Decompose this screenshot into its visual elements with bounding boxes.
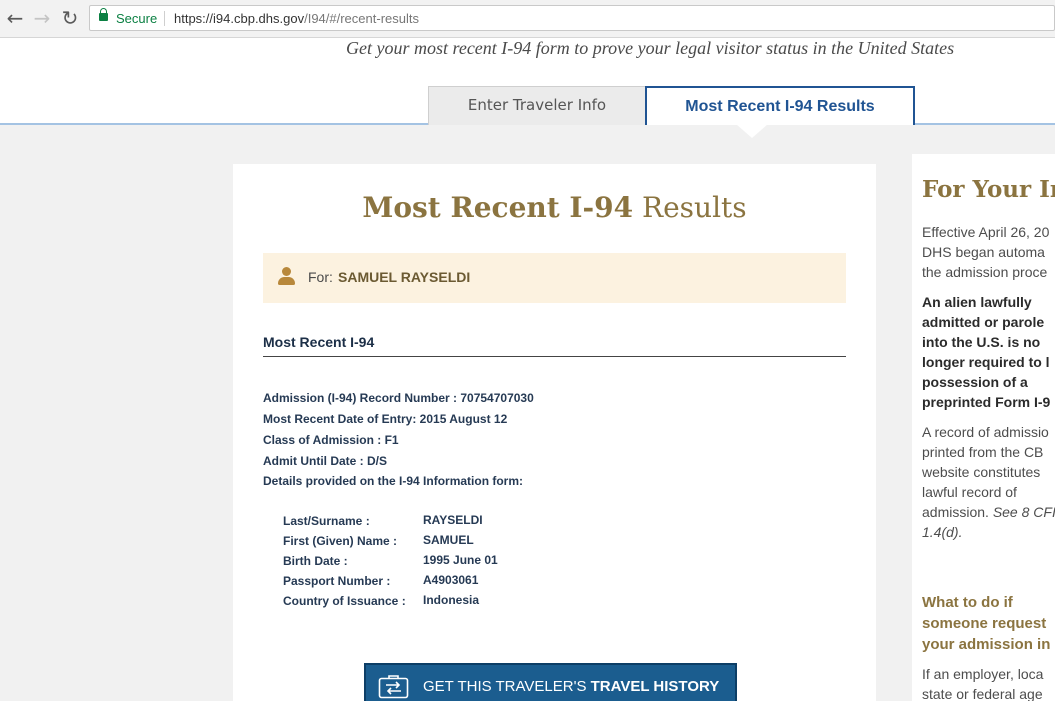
results-title-bold: Most Recent I-94 [362, 191, 634, 224]
info-sidebar-content: For Your Inf Effective April 26, 20 DHS … [922, 154, 1055, 701]
travel-history-prefix: GET THIS TRAVELER'S [423, 678, 591, 695]
birth-date-label: Birth Date : [283, 554, 348, 568]
section-divider [263, 356, 846, 357]
sidebar-text-line: state or federal age [922, 686, 1043, 701]
travel-history-emphasis: TRAVEL HISTORY [590, 678, 720, 695]
country-value: Indonesia [423, 593, 480, 607]
secure-label: Secure [116, 11, 158, 26]
sidebar-text-line: lawful record of [922, 484, 1017, 500]
class-of-admission: Class of Admission : F1 [263, 433, 399, 447]
url-host: https://i94.cbp.dhs.gov [174, 11, 305, 26]
results-title-rest: Results [633, 191, 747, 224]
page-tagline: Get your most recent I-94 form to prove … [346, 38, 955, 58]
traveler-name: SAMUEL RAYSELDI [338, 269, 471, 285]
sidebar-text-line: the admission proce [922, 264, 1048, 280]
travel-history-label: GET THIS TRAVELER'S TRAVEL HISTORY [423, 678, 719, 695]
sidebar-citation-line: admission. See 8 CFI [922, 502, 1055, 522]
sidebar-subheading-line: someone request [922, 615, 1047, 632]
sidebar-text-line: printed from the CB [922, 444, 1044, 460]
sidebar-text: admission. [922, 504, 993, 520]
page-header: Get your most recent I-94 form to prove … [0, 38, 1055, 125]
sidebar-citation-line: 1.4(d). [922, 522, 962, 542]
details-intro: Details provided on the I-94 Information… [263, 474, 524, 488]
cfr-citation: See 8 CFI [992, 504, 1055, 520]
admission-record-number: Admission (I-94) Record Number : 7075470… [263, 391, 534, 405]
reload-icon[interactable]: ↻ [59, 7, 81, 29]
traveler-name-bar: For: SAMUEL RAYSELDI [263, 253, 846, 303]
passport-number-label: Passport Number : [283, 574, 391, 588]
tab-most-recent-results[interactable]: Most Recent I-94 Results [645, 86, 915, 125]
for-label: For: [308, 269, 333, 285]
travel-history-button[interactable]: GET THIS TRAVELER'S TRAVEL HISTORY [364, 663, 737, 701]
given-name-label: First (Given) Name : [283, 534, 398, 548]
sidebar-title: For Your Inf [922, 176, 1055, 203]
country-label: Country of Issuance : [283, 594, 406, 608]
url-text[interactable]: https://i94.cbp.dhs.gov/I94/#/recent-res… [174, 11, 419, 26]
birth-date-value: 1995 June 01 [423, 553, 498, 567]
back-arrow-icon[interactable]: ← [4, 7, 26, 29]
section-title: Most Recent I-94 [263, 334, 375, 350]
travel-history-icon [378, 675, 409, 699]
forward-arrow-icon[interactable]: → [31, 7, 53, 29]
browser-toolbar: ← → ↻ Secure https://i94.cbp.dhs.gov/I94… [0, 0, 1055, 38]
sidebar-subheading-line: your admission in [922, 636, 1051, 653]
sidebar-notice-line: admitted or parole [922, 314, 1045, 330]
sidebar-text-line: A record of admissio [922, 424, 1049, 440]
sidebar-text-line: If an employer, loca [922, 666, 1044, 682]
sidebar-notice-line: An alien lawfully [922, 294, 1032, 310]
surname-label: Last/Surname : [283, 514, 370, 528]
sidebar-notice-line: preprinted Form I-9 [922, 394, 1051, 410]
results-title: Most Recent I-94 Results [233, 192, 876, 224]
lock-icon [99, 8, 108, 21]
address-separator [164, 11, 165, 26]
tab-enter-traveler-info[interactable]: Enter Traveler Info [428, 86, 646, 125]
sidebar-notice-line: possession of a [922, 374, 1028, 390]
url-path: /I94/#/recent-results [304, 11, 419, 26]
cfr-citation-end: 1.4(d). [922, 524, 963, 540]
sidebar-text-line: DHS began automa [922, 244, 1045, 260]
sidebar-subheading-line: What to do if [922, 594, 1013, 611]
person-icon [278, 267, 295, 285]
sidebar-text-line: website constitutes [922, 464, 1041, 480]
sidebar-text-line: Effective April 26, 20 [922, 224, 1050, 240]
passport-number-value: A4903061 [423, 573, 479, 587]
date-of-entry: Most Recent Date of Entry: 2015 August 1… [263, 412, 508, 426]
sidebar-notice-line: longer required to l [922, 354, 1050, 370]
active-tab-pointer [736, 124, 768, 138]
address-bar[interactable]: Secure https://i94.cbp.dhs.gov/I94/#/rec… [89, 5, 1055, 31]
admit-until-date: Admit Until Date : D/S [263, 454, 388, 468]
info-sidebar: For Your Inf Effective April 26, 20 DHS … [902, 154, 1055, 701]
sidebar-notice-line: into the U.S. is no [922, 334, 1041, 350]
results-card: Most Recent I-94 Results For: SAMUEL RAY… [233, 164, 876, 701]
given-name-value: SAMUEL [423, 533, 474, 547]
surname-value: RAYSELDI [423, 513, 483, 527]
